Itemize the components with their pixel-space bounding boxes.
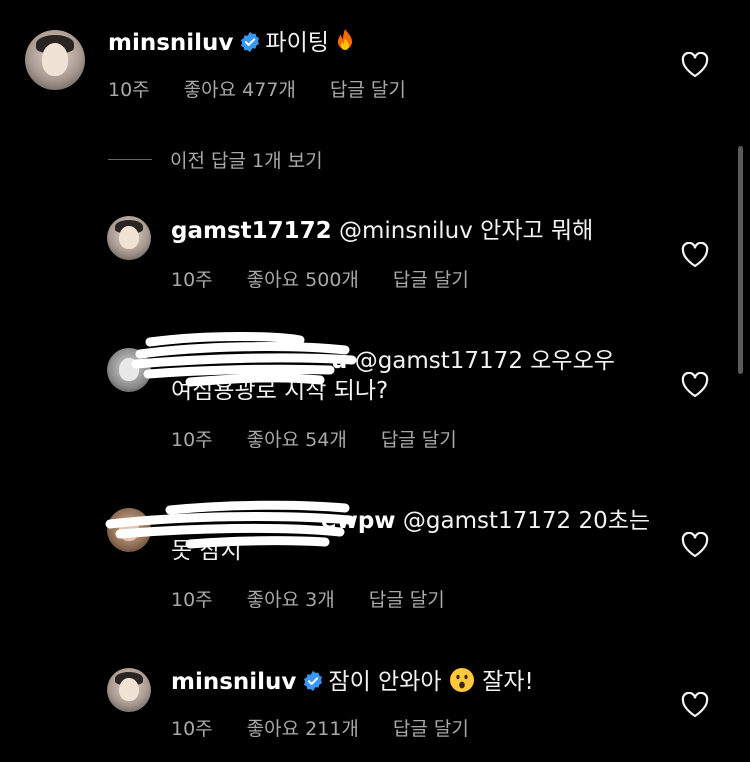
reply-button[interactable]: 답글 달기 <box>393 269 469 291</box>
heart-icon[interactable] <box>681 692 709 718</box>
comment-body: minsniluv 파이팅 <box>108 28 357 62</box>
reply-button[interactable]: 답글 달기 <box>381 429 457 451</box>
verified-badge-icon <box>304 670 323 692</box>
view-previous-replies[interactable]: 이전 답글 1개 보기 <box>108 146 323 173</box>
username[interactable]: minsniluv <box>171 669 296 695</box>
comment-meta: 10주 좋아요 3개 답글 달기 <box>171 585 479 612</box>
timestamp: 10주 <box>171 589 213 611</box>
avatar[interactable] <box>25 30 85 90</box>
avatar-face <box>119 225 139 250</box>
reply-button[interactable]: 답글 달기 <box>369 589 445 611</box>
redaction-scribble <box>131 332 357 387</box>
heart-icon[interactable] <box>681 532 709 558</box>
timestamp: 10주 <box>108 79 150 101</box>
scrollbar[interactable] <box>738 146 743 374</box>
comment-text: @gamst17172 20초는 <box>402 508 651 534</box>
verified-badge-icon <box>241 31 260 53</box>
comment-body: gamst17172 @minsniluv 안자고 뭐해 <box>171 216 593 246</box>
comment-meta: 10주 좋아요 500개 답글 달기 <box>171 265 503 292</box>
timestamp: 10주 <box>171 269 213 291</box>
comment-text: 잠이 안와아 <box>328 669 442 695</box>
likes-count[interactable]: 좋아요 3개 <box>247 589 335 611</box>
comment-meta: 10주 좋아요 211개 답글 달기 <box>171 714 503 741</box>
avatar[interactable] <box>107 668 151 712</box>
avatar-face <box>119 677 139 702</box>
comment-meta: 10주 좋아요 477개 답글 달기 <box>108 75 440 102</box>
comment-body: minsniluv 잠이 안와아 잘자! <box>171 667 534 701</box>
timestamp: 10주 <box>171 718 213 740</box>
likes-count[interactable]: 좋아요 211개 <box>247 718 359 740</box>
comment-text: @minsniluv 안자고 뭐해 <box>338 218 594 244</box>
comment-text: @gamst17172 오우오우 <box>354 348 615 374</box>
avatar[interactable] <box>107 216 151 260</box>
view-previous-replies-label: 이전 답글 1개 보기 <box>170 150 323 172</box>
divider-line <box>108 159 152 160</box>
comment-text: 파이팅 <box>265 30 329 56</box>
heart-icon[interactable] <box>681 242 709 268</box>
avatar-face <box>41 43 69 76</box>
likes-count[interactable]: 좋아요 500개 <box>247 269 359 291</box>
likes-count[interactable]: 좋아요 54개 <box>247 429 347 451</box>
redaction-scribble <box>105 500 355 549</box>
heart-icon[interactable] <box>681 52 709 78</box>
reply-button[interactable]: 답글 달기 <box>330 79 406 101</box>
surprised-emoji <box>449 667 475 701</box>
reply-button[interactable]: 답글 달기 <box>393 718 469 740</box>
comment-meta: 10주 좋아요 54개 답글 달기 <box>171 425 491 452</box>
username[interactable]: minsniluv <box>108 30 233 56</box>
likes-count[interactable]: 좋아요 477개 <box>184 79 296 101</box>
heart-icon[interactable] <box>681 372 709 398</box>
username[interactable]: gamst17172 <box>171 218 332 244</box>
comment-text-after-emoji: 잘자! <box>482 669 534 695</box>
fire-emoji <box>333 28 357 62</box>
timestamp: 10주 <box>171 429 213 451</box>
